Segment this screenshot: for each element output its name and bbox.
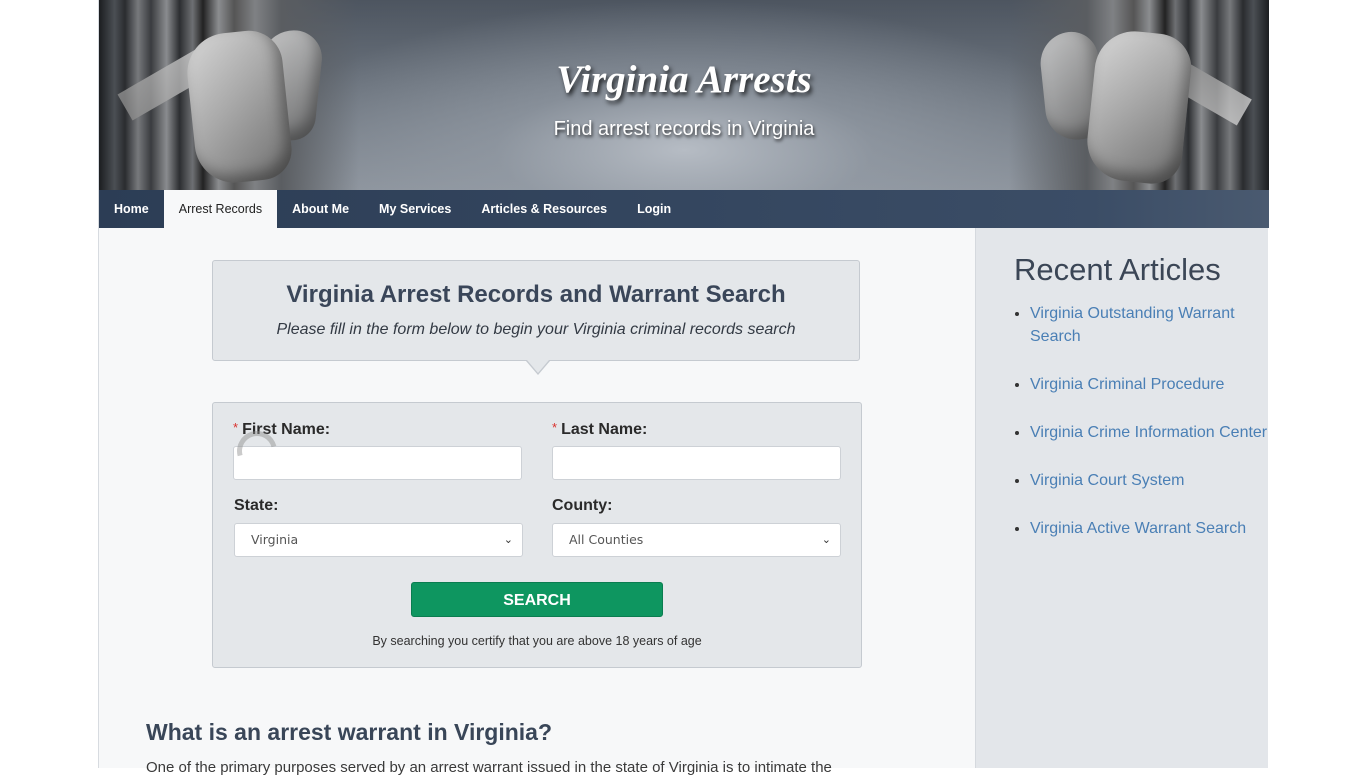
header-banner: Virginia Arrests Find arrest records in … — [99, 0, 1269, 190]
nav-articles-resources[interactable]: Articles & Resources — [466, 190, 622, 228]
required-marker: * — [233, 420, 239, 435]
county-select[interactable]: All Counties ⌄ — [552, 523, 841, 557]
list-item: Virginia Criminal Procedure — [1030, 373, 1270, 396]
county-selected-value: All Counties — [569, 532, 644, 547]
chevron-down-icon: ⌄ — [821, 533, 831, 546]
nav-about-me[interactable]: About Me — [277, 190, 364, 228]
list-item: Virginia Crime Information Center — [1030, 421, 1270, 444]
page-container: Virginia Arrests Find arrest records in … — [98, 0, 1269, 776]
county-label: County: — [552, 497, 613, 514]
search-button[interactable]: SEARCH — [411, 582, 663, 617]
hand-image-left — [183, 27, 295, 187]
main-nav: Home Arrest Records About Me My Services… — [99, 190, 1269, 228]
nav-my-services[interactable]: My Services — [364, 190, 466, 228]
recent-articles-heading: Recent Articles — [1014, 252, 1221, 287]
age-disclaimer: By searching you certify that you are ab… — [372, 634, 702, 648]
nav-login[interactable]: Login — [622, 190, 686, 228]
sidebar: Recent Articles Virginia Outstanding War… — [975, 228, 1268, 768]
recent-article-link[interactable]: Virginia Outstanding Warrant Search — [1030, 305, 1235, 345]
chevron-down-icon: ⌄ — [503, 533, 513, 546]
search-title: Virginia Arrest Records and Warrant Sear… — [286, 281, 786, 308]
recent-article-link[interactable]: Virginia Criminal Procedure — [1030, 376, 1224, 393]
required-marker: * — [552, 420, 558, 435]
state-label: State: — [234, 497, 279, 514]
search-intro-callout: Virginia Arrest Records and Warrant Sear… — [212, 260, 860, 375]
county-field-group: County: All Counties ⌄ — [552, 497, 841, 557]
nav-arrest-records[interactable]: Arrest Records — [163, 190, 278, 228]
list-item: Virginia Active Warrant Search — [1030, 517, 1270, 540]
last-name-input[interactable] — [552, 446, 841, 480]
recent-article-link[interactable]: Virginia Crime Information Center — [1030, 424, 1267, 441]
last-name-field-group: * Last Name: — [552, 420, 841, 480]
main-content: Virginia Arrest Records and Warrant Sear… — [99, 228, 974, 776]
site-tagline: Find arrest records in Virginia — [553, 118, 815, 140]
recent-articles-list: Virginia Outstanding Warrant Search Virg… — [1014, 302, 1270, 565]
site-title[interactable]: Virginia Arrests — [99, 57, 1269, 102]
search-form: * First Name: * Last Name: State: Virginia… — [212, 402, 862, 668]
article-heading: What is an arrest warrant in Virginia? — [146, 719, 553, 745]
recent-article-link[interactable]: Virginia Active Warrant Search — [1030, 520, 1246, 537]
first-name-field-group: * First Name: — [233, 420, 522, 480]
list-item: Virginia Outstanding Warrant Search — [1030, 302, 1270, 348]
state-select[interactable]: Virginia ⌄ — [234, 523, 523, 557]
last-name-label: * Last Name: — [552, 420, 648, 438]
list-item: Virginia Court System — [1030, 469, 1270, 492]
first-name-input[interactable] — [233, 446, 522, 480]
nav-home[interactable]: Home — [99, 190, 164, 228]
recent-article-link[interactable]: Virginia Court System — [1030, 472, 1184, 489]
first-name-label: * First Name: — [233, 420, 331, 438]
state-field-group: State: Virginia ⌄ — [234, 497, 523, 557]
state-selected-value: Virginia — [251, 532, 299, 547]
search-subtitle: Please fill in the form below to begin y… — [276, 321, 796, 338]
hand-image-right — [1083, 27, 1195, 187]
